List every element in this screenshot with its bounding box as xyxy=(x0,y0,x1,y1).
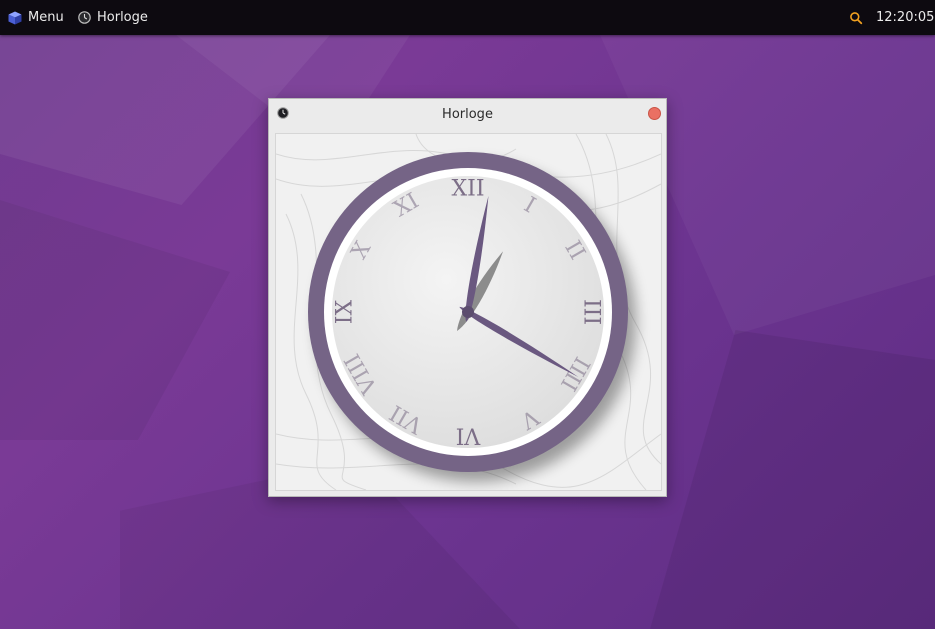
clock-icon xyxy=(78,11,91,24)
panel-clock[interactable]: 12:20:05 xyxy=(876,0,934,35)
clock-window: Horloge XII I II III IIII V VI VII VIII … xyxy=(268,98,667,497)
clock-numeral: IX xyxy=(333,299,358,324)
search-button[interactable] xyxy=(849,0,863,35)
top-panel: Menu Horloge 12:20:05 xyxy=(0,0,935,35)
clock-numeral: III xyxy=(579,299,604,325)
wallpaper-facet xyxy=(0,200,230,440)
menu-label: Menu xyxy=(28,10,64,25)
wallpaper-facet xyxy=(650,330,935,629)
search-icon xyxy=(850,11,863,24)
window-title: Horloge xyxy=(442,107,493,122)
menu-button[interactable]: Menu xyxy=(8,0,64,35)
window-titlebar[interactable]: Horloge xyxy=(269,99,666,131)
clock-numeral: XII xyxy=(451,177,484,202)
clock-face-area: XII I II III IIII V VI VII VIII IX X XI xyxy=(275,133,662,491)
clock-svg: XIIIIIIIIIIIIVVIVIIVIIIIXXXI xyxy=(276,134,661,490)
taskbar-app-label: Horloge xyxy=(97,10,148,25)
taskbar-app-horloge[interactable]: Horloge xyxy=(78,0,148,35)
clock-numeral: VI xyxy=(456,423,482,448)
clock-center-cap xyxy=(462,306,474,318)
cube-icon xyxy=(8,11,22,24)
close-button[interactable] xyxy=(648,107,661,120)
